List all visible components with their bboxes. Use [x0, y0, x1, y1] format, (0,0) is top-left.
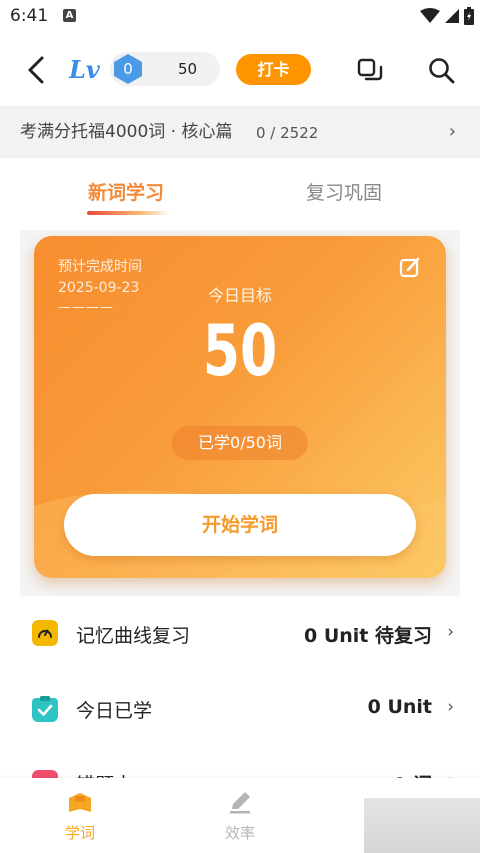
study-tabs: 新词学习 复习巩固	[0, 158, 480, 230]
level-points: 50	[178, 60, 198, 78]
signal-icon	[445, 9, 459, 23]
top-header: Lv 0 50 打卡	[0, 33, 480, 106]
floating-thumbnail	[364, 798, 480, 853]
nav-efficiency[interactable]: 效率	[200, 790, 280, 843]
list-item-memory-review[interactable]: 记忆曲线复习 0 Unit 待复习 ›	[0, 596, 480, 670]
row-value: 0 Unit 待复习	[304, 625, 432, 647]
nav-study[interactable]: 学词	[40, 790, 120, 843]
list-item-today-learned[interactable]: 今日已学 0 Unit ›	[0, 670, 480, 744]
level-logo: Lv	[69, 55, 100, 84]
row-label: 记忆曲线复习	[76, 625, 191, 647]
status-icons	[420, 7, 474, 25]
search-icon[interactable]	[427, 56, 457, 86]
chevron-right-icon: ›	[448, 121, 456, 142]
checkin-button[interactable]: 打卡	[236, 54, 311, 85]
chevron-right-icon: ›	[447, 622, 454, 642]
book-selector[interactable]: 考满分托福4000词 · 核心篇 0 / 2522 ›	[0, 106, 480, 158]
level-number: 0	[123, 60, 133, 78]
notification-icon: A	[63, 9, 76, 22]
battery-icon	[464, 7, 474, 25]
edit-goal-icon[interactable]	[398, 256, 422, 280]
row-value: 0 Unit	[367, 696, 432, 718]
clipboard-check-icon	[32, 696, 58, 722]
level-badge[interactable]: 0 50	[110, 52, 220, 86]
status-bar: 6:41 A	[0, 0, 480, 33]
switch-book-icon[interactable]	[356, 57, 384, 85]
book-progress: 0 / 2522	[256, 124, 319, 142]
book-title: 考满分托福4000词 · 核心篇	[20, 122, 233, 142]
nav-label: 效率	[224, 824, 255, 842]
learned-count-pill: 已学0/50词	[172, 426, 308, 460]
memory-curve-icon	[32, 620, 58, 646]
wifi-icon	[420, 8, 440, 23]
book-icon	[69, 793, 91, 812]
daily-goal-label: 今日目标	[207, 286, 272, 305]
pencil-icon	[230, 792, 250, 814]
daily-goal-value: 50	[202, 310, 278, 392]
row-label: 今日已学	[76, 700, 153, 722]
daily-goal-card: 预计完成时间 2025-09-23 ———— 今日目标 50 已学0/50词 开…	[34, 236, 446, 578]
nav-label: 学词	[64, 824, 95, 842]
tab-review[interactable]: 复习巩固	[306, 178, 382, 205]
tab-new-words[interactable]: 新词学习	[88, 178, 164, 205]
status-time: 6:41	[10, 6, 49, 26]
estimated-finish-label: 预计完成时间	[58, 259, 142, 275]
back-icon[interactable]	[22, 53, 52, 87]
active-tab-indicator	[87, 211, 171, 215]
chevron-right-icon: ›	[447, 697, 454, 717]
start-learning-button[interactable]: 开始学词	[64, 494, 416, 556]
